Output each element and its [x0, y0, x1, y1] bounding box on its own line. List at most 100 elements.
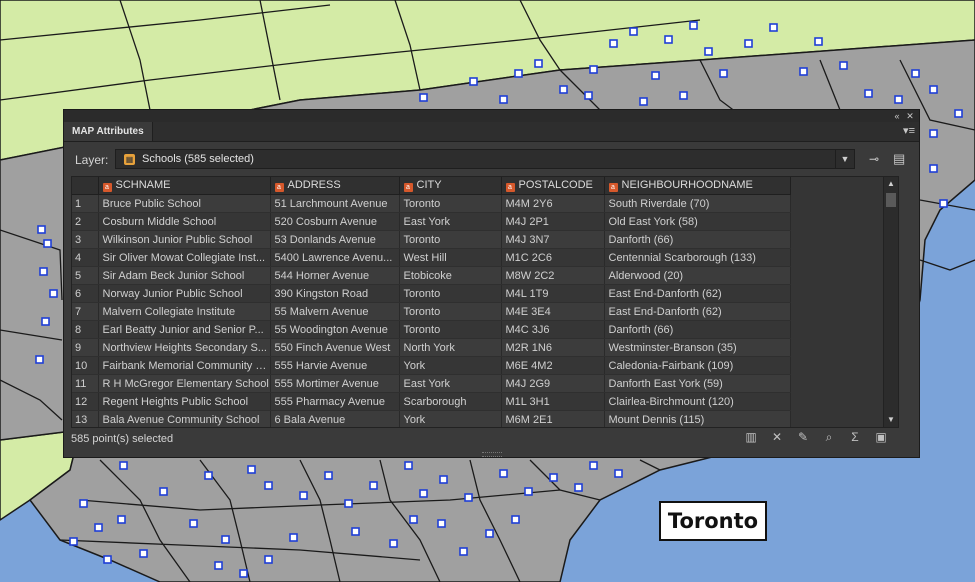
table-row[interactable]: 10 Fairbank Memorial Community S... 555 Ha…: [72, 356, 791, 375]
table-cell-address[interactable]: 390 Kingston Road: [270, 284, 400, 303]
table-cell-city[interactable]: York: [399, 356, 502, 375]
table-cell-postal[interactable]: M4J 3N7: [501, 230, 605, 249]
table-cell-name[interactable]: Regent Heights Public School: [98, 392, 271, 411]
table-row[interactable]: 9 Northview Heights Secondary S... 550 Fin…: [72, 338, 791, 357]
table-cell-city[interactable]: East York: [399, 374, 502, 393]
table-cell-city[interactable]: East York: [399, 212, 502, 231]
table-cell-address[interactable]: 555 Harvie Avenue: [270, 356, 400, 375]
row-number[interactable]: 6: [72, 284, 99, 303]
table-cell-postal[interactable]: M4L 1T9: [501, 284, 605, 303]
table-cell-city[interactable]: York: [399, 410, 502, 427]
attributes-panel[interactable]: « ✕ MAP Attributes ▾≡ Layer: ▦ Schools (…: [63, 109, 920, 458]
table-cell-hood[interactable]: Caledonia-Fairbank (109): [604, 356, 791, 375]
table-cell-postal[interactable]: M6M 2E1: [501, 410, 605, 427]
table-cell-city[interactable]: Toronto: [399, 302, 502, 321]
table-cell-city[interactable]: Toronto: [399, 194, 502, 213]
row-number[interactable]: 4: [72, 248, 99, 267]
clear-selection-icon[interactable]: ✕: [770, 430, 784, 448]
table-cell-name[interactable]: Bruce Public School: [98, 194, 271, 213]
table-cell-name[interactable]: Malvern Collegiate Institute: [98, 302, 271, 321]
columns-icon[interactable]: ▥: [744, 430, 758, 448]
table-row[interactable]: 3 Wilkinson Junior Public School 53 Donlan…: [72, 230, 791, 249]
attribute-table[interactable]: a SCHNAME a ADDRESS a CITY a POSTALCODE a NEI…: [71, 176, 899, 428]
layer-select[interactable]: ▦ Schools (585 selected) ▼: [115, 149, 855, 169]
table-cell-city[interactable]: Toronto: [399, 230, 502, 249]
table-cell-address[interactable]: 555 Mortimer Avenue: [270, 374, 400, 393]
column-header-city[interactable]: a CITY: [399, 177, 502, 195]
table-cell-postal[interactable]: M8W 2C2: [501, 266, 605, 285]
table-cell-postal[interactable]: M4J 2G9: [501, 374, 605, 393]
row-number[interactable]: 11: [72, 374, 99, 393]
table-cell-postal[interactable]: M1C 2C6: [501, 248, 605, 267]
row-number[interactable]: 3: [72, 230, 99, 249]
table-cell-name[interactable]: Norway Junior Public School: [98, 284, 271, 303]
row-number[interactable]: 5: [72, 266, 99, 285]
vertical-scrollbar[interactable]: ▲ ▼: [883, 177, 898, 427]
table-cell-address[interactable]: 5400 Lawrence Avenu...: [270, 248, 400, 267]
column-header-neighbourhoodname[interactable]: a NEIGHBOURHOODNAME: [604, 177, 791, 195]
scroll-thumb[interactable]: [886, 193, 896, 207]
table-row[interactable]: 11 R H McGregor Elementary School 555 Mort…: [72, 374, 791, 393]
table-cell-hood[interactable]: Westminster-Branson (35): [604, 338, 791, 357]
table-cell-address[interactable]: 520 Cosburn Avenue: [270, 212, 400, 231]
row-number[interactable]: 8: [72, 320, 99, 339]
table-cell-name[interactable]: Sir Oliver Mowat Collegiate Inst...: [98, 248, 271, 267]
edit-icon[interactable]: ✎: [796, 430, 810, 448]
row-number[interactable]: 7: [72, 302, 99, 321]
scroll-up-icon[interactable]: ▲: [884, 178, 898, 190]
row-number[interactable]: 2: [72, 212, 99, 231]
row-number[interactable]: 10: [72, 356, 99, 375]
table-cell-address[interactable]: 53 Donlands Avenue: [270, 230, 400, 249]
tab-map-attributes[interactable]: MAP Attributes: [64, 122, 153, 141]
table-cell-address[interactable]: 51 Larchmount Avenue: [270, 194, 400, 213]
table-cell-name[interactable]: Northview Heights Secondary S...: [98, 338, 271, 357]
table-cell-city[interactable]: Toronto: [399, 284, 502, 303]
chevron-down-icon[interactable]: ▼: [835, 150, 854, 168]
row-number[interactable]: 1: [72, 194, 99, 213]
table-row[interactable]: 8 Earl Beatty Junior and Senior P... 55 Wo…: [72, 320, 791, 339]
table-cell-name[interactable]: Bala Avenue Community School: [98, 410, 271, 427]
table-cell-hood[interactable]: East End-Danforth (62): [604, 284, 791, 303]
table-cell-hood[interactable]: Alderwood (20): [604, 266, 791, 285]
table-cell-address[interactable]: 55 Woodington Avenue: [270, 320, 400, 339]
table-row[interactable]: 6 Norway Junior Public School 390 Kingston…: [72, 284, 791, 303]
table-cell-city[interactable]: Etobicoke: [399, 266, 502, 285]
column-header-address[interactable]: a ADDRESS: [270, 177, 400, 195]
table-cell-hood[interactable]: Old East York (58): [604, 212, 791, 231]
resize-grip[interactable]: [482, 452, 502, 457]
row-number[interactable]: 9: [72, 338, 99, 357]
table-cell-name[interactable]: R H McGregor Elementary School: [98, 374, 271, 393]
table-cell-city[interactable]: Toronto: [399, 320, 502, 339]
table-cell-name[interactable]: Cosburn Middle School: [98, 212, 271, 231]
table-cell-postal[interactable]: M4M 2Y6: [501, 194, 605, 213]
table-cell-hood[interactable]: Mount Dennis (115): [604, 410, 791, 427]
table-cell-city[interactable]: North York: [399, 338, 502, 357]
table-cell-address[interactable]: 555 Pharmacy Avenue: [270, 392, 400, 411]
table-cell-hood[interactable]: Danforth (66): [604, 320, 791, 339]
table-cell-postal[interactable]: M1L 3H1: [501, 392, 605, 411]
table-cell-postal[interactable]: M4E 3E4: [501, 302, 605, 321]
table-cell-address[interactable]: 550 Finch Avenue West: [270, 338, 400, 357]
table-row[interactable]: 4 Sir Oliver Mowat Collegiate Inst... 5400…: [72, 248, 791, 267]
table-row[interactable]: 2 Cosburn Middle School 520 Cosburn Avenue…: [72, 212, 791, 231]
table-cell-hood[interactable]: Danforth East York (59): [604, 374, 791, 393]
table-cell-address[interactable]: 6 Bala Avenue: [270, 410, 400, 427]
table-cell-hood[interactable]: Clairlea-Birchmount (120): [604, 392, 791, 411]
table-cell-hood[interactable]: Danforth (66): [604, 230, 791, 249]
sum-icon[interactable]: Σ: [848, 430, 862, 448]
table-row[interactable]: 13 Bala Avenue Community School 6 Bala Ave…: [72, 410, 791, 427]
table-cell-address[interactable]: 544 Horner Avenue: [270, 266, 400, 285]
pin-icon[interactable]: ⊸: [869, 152, 879, 166]
table-cell-name[interactable]: Wilkinson Junior Public School: [98, 230, 271, 249]
clipboard-icon[interactable]: ▣: [874, 430, 888, 448]
close-icon[interactable]: ✕: [904, 110, 916, 122]
table-cell-postal[interactable]: M4J 2P1: [501, 212, 605, 231]
column-header-schname[interactable]: a SCHNAME: [98, 177, 271, 195]
table-row[interactable]: 12 Regent Heights Public School 555 Pharma…: [72, 392, 791, 411]
table-cell-hood[interactable]: South Riverdale (70): [604, 194, 791, 213]
table-cell-postal[interactable]: M4C 3J6: [501, 320, 605, 339]
table-cell-city[interactable]: West Hill: [399, 248, 502, 267]
table-row[interactable]: 5 Sir Adam Beck Junior School 544 Horner A…: [72, 266, 791, 285]
table-cell-city[interactable]: Scarborough: [399, 392, 502, 411]
collapse-icon[interactable]: «: [891, 110, 903, 122]
